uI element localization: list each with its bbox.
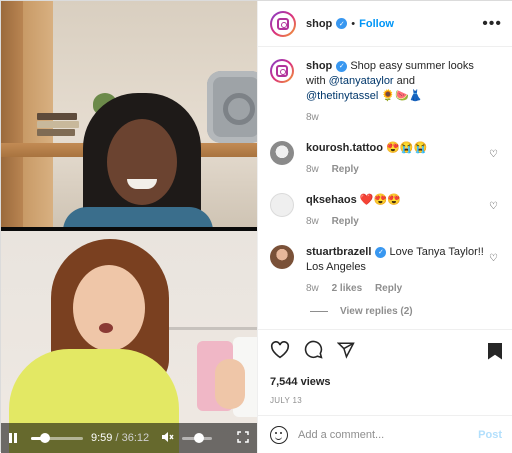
comment-age: 8w <box>306 164 319 175</box>
comment-username[interactable]: qksehaos <box>306 194 357 206</box>
avatar[interactable] <box>270 141 294 165</box>
volume-handle[interactable] <box>193 432 204 443</box>
more-options-icon[interactable]: ••• <box>482 15 502 33</box>
bookmark-icon[interactable] <box>488 342 502 360</box>
avatar[interactable] <box>270 245 294 269</box>
reply-button[interactable]: Reply <box>332 216 359 227</box>
verified-badge-icon: ✓ <box>336 60 348 72</box>
verified-badge-icon: ✓ <box>336 18 348 29</box>
comment-item: kourosh.tattoo 😍😭😭 8w Reply ♡ <box>270 141 502 177</box>
speaker-face <box>73 265 145 351</box>
post-side-panel: shop ✓ • Follow ••• shop ✓ Shop easy summ… <box>257 1 512 453</box>
views-count: 7,544 views <box>270 376 331 388</box>
comment-age: 8w <box>306 112 319 123</box>
comments-list[interactable]: shop ✓ Shop easy summer looks with @tanya… <box>258 47 512 327</box>
comment-bubble-icon[interactable] <box>304 340 323 362</box>
post-actions: 7,544 views JULY 13 <box>258 329 512 405</box>
comment-username[interactable]: kourosh.tattoo <box>306 142 383 154</box>
volume-slider[interactable] <box>182 432 213 443</box>
like-heart-icon[interactable]: ♡ <box>489 253 498 264</box>
comment-input[interactable] <box>298 428 448 441</box>
instagram-logo-sign <box>207 71 257 143</box>
like-heart-icon[interactable] <box>270 340 290 362</box>
like-heart-icon[interactable]: ♡ <box>489 149 498 160</box>
progress-handle[interactable] <box>40 432 51 443</box>
emoji-smiley-icon[interactable] <box>270 425 288 444</box>
avatar[interactable] <box>270 10 296 37</box>
time-separator: / <box>115 432 119 444</box>
video-controls-bar: 9:59 / 36:12 <box>1 423 257 453</box>
volume-mute-icon[interactable] <box>161 431 174 445</box>
mention-link[interactable]: @thetinytassel <box>306 90 378 102</box>
comment-username[interactable]: stuartbrazell <box>306 246 371 258</box>
pause-icon[interactable] <box>9 433 17 443</box>
comment-age: 8w <box>306 216 319 227</box>
comment-text: ❤️😍😍 <box>359 194 401 206</box>
post-date: JULY 13 <box>270 396 303 405</box>
comment-age: 8w <box>306 283 319 294</box>
fullscreen-icon[interactable] <box>237 431 249 445</box>
verified-badge-icon: ✓ <box>375 246 387 258</box>
follow-button[interactable]: Follow <box>359 18 394 30</box>
post-button[interactable]: Post <box>478 429 502 441</box>
reply-button[interactable]: Reply <box>332 164 359 175</box>
post-header: shop ✓ • Follow ••• <box>258 1 512 47</box>
speaker-face <box>107 119 177 205</box>
view-replies-label: View replies (2) <box>340 306 413 317</box>
current-time: 9:59 <box>91 432 113 444</box>
header-username[interactable]: shop <box>306 18 332 30</box>
separator-dot: • <box>351 17 356 30</box>
instagram-post-window: 9:59 / 36:12 shop ✓ • Follow ••• shop ✓ … <box>0 0 512 453</box>
books-decor <box>37 113 81 143</box>
duration: 36:12 <box>121 432 150 444</box>
video-frame-bottom-speaker <box>1 231 257 453</box>
instagram-logo-icon <box>276 65 288 77</box>
reply-button[interactable]: Reply <box>375 283 402 294</box>
share-send-icon[interactable] <box>336 341 355 362</box>
caption-username[interactable]: shop <box>306 60 332 72</box>
video-player[interactable]: 9:59 / 36:12 <box>1 1 257 453</box>
avatar[interactable] <box>270 59 294 83</box>
comment-text: 😍😭😭 <box>386 142 428 154</box>
instagram-logo-icon <box>277 17 289 30</box>
likes-count[interactable]: 2 likes <box>332 283 363 294</box>
comment-item: stuartbrazell ✓ Love Tanya Taylor!! Los A… <box>270 245 502 296</box>
video-progress-slider[interactable] <box>31 432 83 443</box>
video-time-readout: 9:59 / 36:12 <box>91 432 149 444</box>
comment-composer: Post <box>258 415 512 453</box>
comment-item: qksehaos ❤️😍😍 8w Reply ♡ <box>270 193 502 229</box>
mention-link[interactable]: @tanyataylor <box>329 75 394 87</box>
caption-text: and <box>396 75 416 87</box>
like-heart-icon[interactable]: ♡ <box>489 201 498 212</box>
avatar[interactable] <box>270 193 294 217</box>
view-replies-button[interactable]: View replies (2) <box>310 306 502 317</box>
video-frame-top-speaker <box>1 1 257 227</box>
caption: shop ✓ Shop easy summer looks with @tanya… <box>270 59 502 125</box>
caption-emojis: 🌻🍉👗 <box>381 90 423 102</box>
